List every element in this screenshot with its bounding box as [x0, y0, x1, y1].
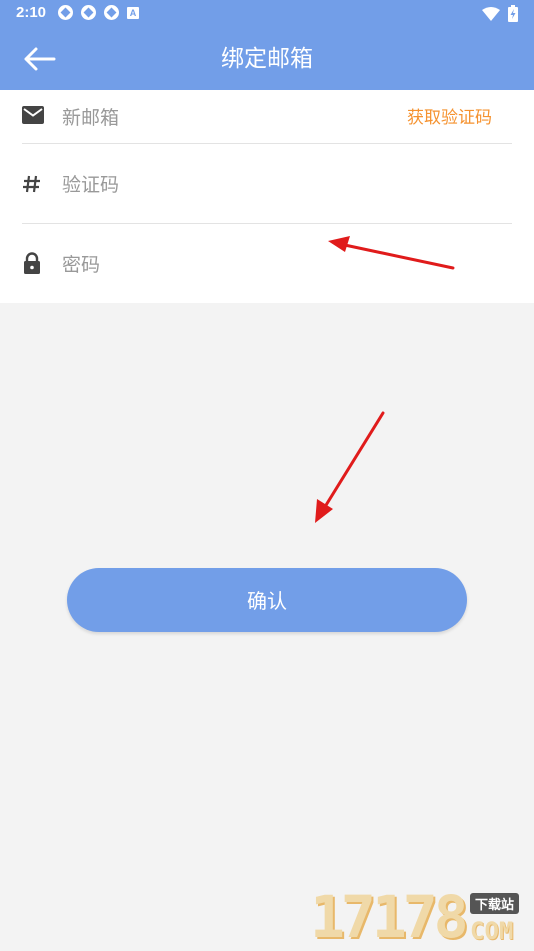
annotation-arrow: [315, 411, 385, 523]
code-row: [22, 170, 512, 204]
lock-icon: [22, 252, 46, 276]
sync-icon: [58, 5, 73, 20]
password-field[interactable]: [62, 250, 362, 280]
back-button[interactable]: [22, 44, 58, 74]
bind-email-form: 获取验证码: [0, 90, 534, 303]
watermark-tag: 下载站: [470, 893, 520, 914]
system-icons: [482, 5, 518, 22]
wifi-icon: [482, 6, 500, 21]
app-header: 2:10 A 绑定邮箱: [0, 0, 534, 90]
envelope-icon: [22, 106, 46, 130]
page-title: 绑定邮箱: [221, 46, 313, 72]
verification-code-field[interactable]: [62, 170, 362, 200]
password-row: [22, 250, 512, 284]
hash-icon: [22, 174, 46, 198]
arrow-left-icon: [24, 47, 56, 71]
email-row: 获取验证码: [22, 102, 512, 136]
sync-icon: [104, 5, 119, 20]
watermark-suffix: COM: [470, 917, 514, 945]
email-field[interactable]: [62, 103, 362, 133]
confirm-button[interactable]: 确认: [67, 568, 467, 632]
watermark-number: 17178: [310, 883, 469, 951]
get-code-button[interactable]: 获取验证码: [407, 103, 492, 133]
battery-charging-icon: [508, 5, 518, 22]
notification-icons: A: [58, 5, 139, 20]
status-bar: 2:10 A: [0, 0, 534, 28]
divider: [22, 143, 512, 144]
watermark-logo: 17178 下载站 COM: [310, 885, 534, 950]
a-notification-icon: A: [127, 6, 139, 19]
divider: [22, 223, 512, 224]
status-time: 2:10: [16, 4, 47, 21]
sync-icon: [81, 5, 96, 20]
